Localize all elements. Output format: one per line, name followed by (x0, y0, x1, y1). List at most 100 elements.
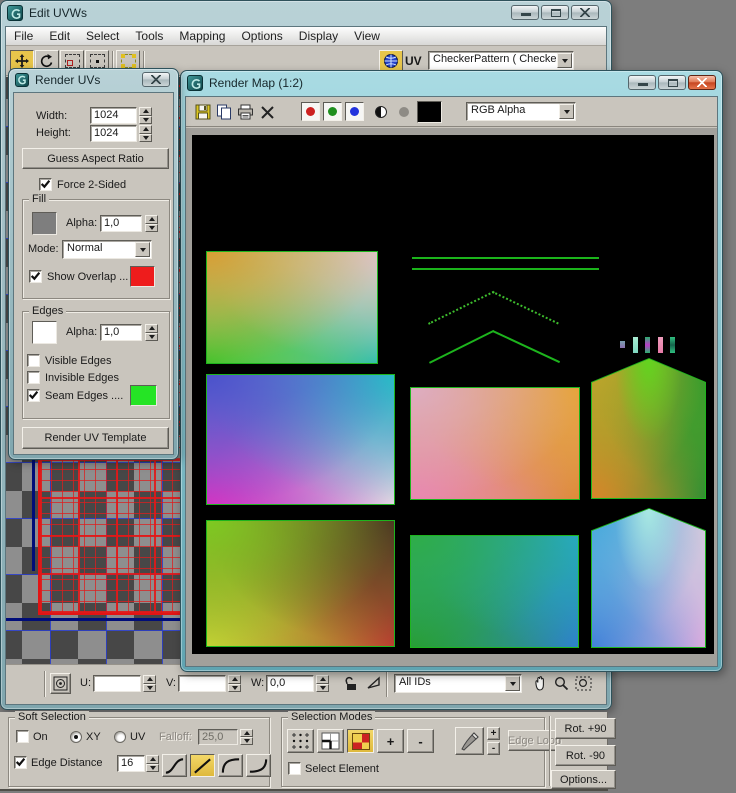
print-button[interactable] (236, 103, 254, 121)
close-icon[interactable] (688, 75, 716, 90)
edges-alpha-spinner[interactable] (145, 324, 158, 341)
mode-dropdown[interactable]: Normal (62, 240, 152, 259)
overlap-color-swatch[interactable] (130, 266, 155, 287)
close-icon[interactable] (142, 72, 170, 87)
select-element-label: Select Element (305, 763, 379, 775)
brush-shrink-button[interactable]: - (487, 742, 500, 755)
chevron-down-icon[interactable] (505, 676, 520, 691)
soft-selection-on-checkbox[interactable] (16, 730, 29, 743)
chevron-down-icon[interactable] (557, 53, 572, 68)
edge-mode-button[interactable] (317, 729, 344, 753)
zoom-region-button[interactable] (574, 674, 592, 692)
width-input[interactable]: 1024 (90, 107, 137, 124)
menu-edit[interactable]: Edit (41, 29, 78, 43)
absolute-offset-toggle[interactable] (50, 673, 71, 694)
rendered-map-canvas[interactable] (192, 135, 714, 654)
paint-select-button[interactable] (455, 727, 484, 755)
menu-select[interactable]: Select (78, 29, 127, 43)
visible-edges-checkbox[interactable] (27, 354, 40, 367)
menu-file[interactable]: File (6, 29, 41, 43)
width-spinner[interactable] (139, 107, 152, 124)
fast-falloff-button[interactable] (246, 754, 271, 777)
edges-alpha-input[interactable]: 1,0 (100, 324, 142, 341)
menu-display[interactable]: Display (291, 29, 346, 43)
save-bitmap-button[interactable] (194, 103, 212, 121)
menu-tools[interactable]: Tools (127, 29, 171, 43)
rotate-minus-90-button[interactable]: Rot. -90 (555, 745, 616, 766)
menu-mapping[interactable]: Mapping (171, 29, 233, 43)
w-input[interactable]: 0,0 (266, 675, 314, 692)
show-map-button[interactable] (379, 50, 403, 72)
render-uv-template-button[interactable]: Render UV Template (22, 427, 169, 449)
falloff-spinner[interactable] (240, 729, 253, 745)
smooth-falloff-button[interactable] (162, 754, 187, 777)
minimize-icon[interactable] (511, 5, 539, 20)
zoom-button[interactable] (552, 674, 570, 692)
pattern-dropdown[interactable]: CheckerPattern ( Checker ) (428, 51, 574, 70)
edges-group-label: Edges (29, 305, 66, 317)
red-channel-button[interactable] (301, 102, 320, 121)
linear-falloff-button[interactable] (190, 754, 215, 777)
edge-distance-input[interactable]: 16 (117, 755, 145, 772)
mono-channel-button[interactable] (372, 103, 390, 121)
seam-color-swatch[interactable] (130, 385, 157, 406)
w-spinner[interactable] (316, 675, 329, 692)
lock-selection-button[interactable] (342, 674, 360, 692)
alpha-channel-button[interactable] (395, 103, 413, 121)
uv-radio[interactable] (114, 731, 126, 743)
face-mode-button[interactable] (347, 729, 374, 753)
delete-button[interactable] (258, 103, 276, 121)
menu-options[interactable]: Options (233, 29, 290, 43)
edge-color-swatch[interactable] (32, 321, 57, 344)
pan-button[interactable] (530, 674, 548, 692)
copy-bitmap-button[interactable] (215, 103, 233, 121)
edge-loop-button[interactable]: Edge Loop (508, 730, 561, 751)
green-channel-button[interactable] (323, 102, 342, 121)
chevron-down-icon[interactable] (559, 104, 574, 119)
force-two-sided-checkbox[interactable] (39, 178, 52, 191)
u-spinner[interactable] (143, 675, 156, 692)
select-element-checkbox[interactable] (288, 762, 301, 775)
uv-channel-label: UV (405, 54, 422, 68)
shrink-selection-button[interactable]: - (407, 729, 434, 753)
grow-selection-button[interactable]: + (377, 729, 404, 753)
background-color-swatch[interactable] (417, 101, 442, 123)
invisible-edges-checkbox[interactable] (27, 371, 40, 384)
v-input[interactable] (178, 675, 226, 692)
v-spinner[interactable] (228, 675, 241, 692)
rotate-plus-90-button[interactable]: Rot. +90 (555, 718, 616, 739)
fill-alpha-input[interactable]: 1,0 (100, 215, 142, 232)
fill-alpha-spinner[interactable] (145, 215, 158, 232)
maximize-icon[interactable] (658, 75, 686, 90)
height-spinner[interactable] (139, 125, 152, 142)
chevron-down-icon[interactable] (135, 242, 150, 257)
maximize-icon[interactable] (541, 5, 569, 20)
channel-display-dropdown[interactable]: RGB Alpha (466, 102, 576, 121)
soft-selection-label: Soft Selection (15, 711, 89, 723)
height-input[interactable]: 1024 (90, 125, 137, 142)
seam-edges-checkbox[interactable] (27, 389, 40, 402)
w-label: W: (251, 677, 264, 689)
ease-out-curve-icon (220, 757, 241, 775)
slow-falloff-button[interactable] (218, 754, 243, 777)
brush-grow-button[interactable]: + (487, 727, 500, 740)
id-filter-dropdown[interactable]: All IDs (394, 674, 522, 693)
vertex-mode-button[interactable] (287, 729, 314, 753)
show-overlap-checkbox[interactable] (29, 270, 42, 283)
xy-radio[interactable] (70, 731, 82, 743)
u-input[interactable] (93, 675, 141, 692)
uv-shell-rect (206, 251, 378, 364)
options-button[interactable]: Options... (551, 770, 616, 789)
minimize-icon[interactable] (628, 75, 656, 90)
window-title: Edit UVWs (29, 6, 87, 20)
guess-aspect-ratio-button[interactable]: Guess Aspect Ratio (22, 148, 169, 169)
blue-channel-button[interactable] (345, 102, 364, 121)
uv-shell-strip (658, 337, 663, 353)
close-icon[interactable] (571, 5, 599, 20)
uv-shell-pentagon-fill (592, 359, 705, 498)
fill-color-swatch[interactable] (32, 212, 57, 235)
menu-view[interactable]: View (346, 29, 388, 43)
filter-selected-faces-button[interactable] (364, 674, 382, 692)
edge-distance-checkbox[interactable] (14, 756, 27, 769)
edge-distance-spinner[interactable] (146, 755, 159, 772)
